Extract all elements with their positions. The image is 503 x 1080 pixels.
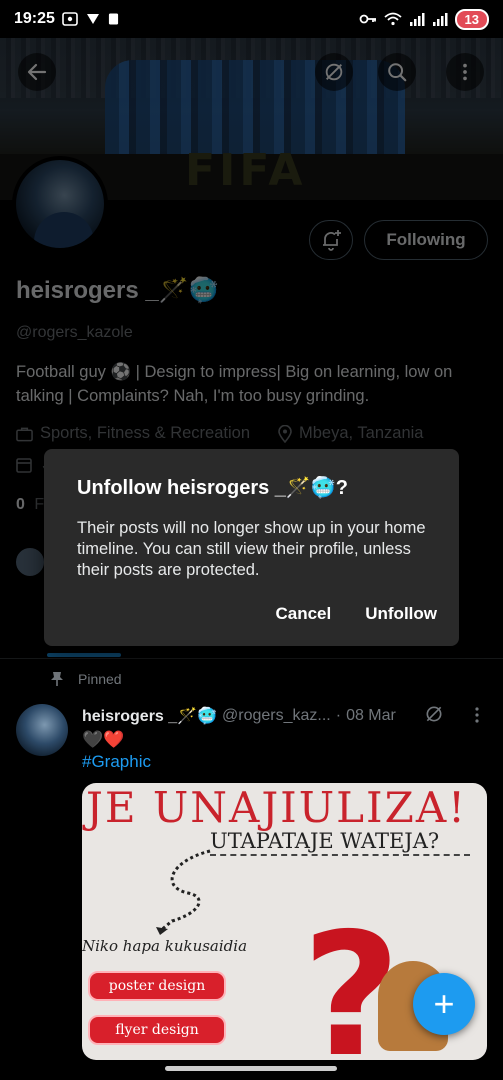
status-time: 19:25	[14, 10, 55, 27]
notifications-button[interactable]	[309, 220, 353, 260]
home-indicator[interactable]	[165, 1066, 337, 1071]
tweet-date: 08 Mar	[346, 707, 396, 724]
screen-record-icon	[62, 12, 78, 26]
compose-fab-button[interactable]: +	[413, 973, 475, 1035]
profile-display-name: heisrogers _🪄🥶	[16, 277, 219, 304]
dialog-title: Unfollow heisrogers _🪄🥶?	[77, 477, 348, 499]
bell-plus-icon	[323, 230, 341, 251]
profile-location: Mbeya, Tanzania	[299, 424, 424, 442]
tweet-grok-button[interactable]	[424, 704, 444, 729]
unfollow-button[interactable]: Unfollow	[365, 604, 437, 624]
count-value: 0	[16, 496, 25, 513]
followed-by-avatar	[14, 546, 46, 578]
profile-bio: Football guy ⚽ | Design to impress| Big …	[16, 363, 453, 405]
unfollow-dialog: Unfollow heisrogers _🪄🥶? Their posts wil…	[44, 449, 459, 646]
profile-meta-row: Sports, Fitness & Recreation Mbeya, Tanz…	[16, 424, 423, 443]
nfc-icon	[86, 14, 99, 24]
status-right: 13	[359, 8, 489, 30]
key-icon	[359, 14, 376, 24]
pinned-label: Pinned	[78, 671, 122, 687]
status-left: 19:25	[14, 10, 119, 28]
curly-arrow-icon	[156, 849, 211, 935]
signal-icon-2	[432, 13, 448, 26]
more-vertical-icon	[463, 63, 467, 81]
banner-fifa-text: FIFA	[185, 145, 307, 196]
media-poster-label: poster design	[88, 971, 226, 1001]
arrow-left-icon	[27, 63, 47, 81]
tweet-separator: ·	[335, 707, 342, 724]
sim-icon	[108, 13, 119, 25]
grok-icon	[325, 63, 343, 81]
dialog-actions: Cancel Unfollow	[275, 604, 437, 624]
media-subtitle-text: UTAPATAJE WATEJA?	[210, 829, 440, 853]
profile-avatar[interactable]	[12, 156, 108, 252]
pinned-label-row: Pinned	[50, 671, 122, 687]
tweet-header: heisrogers _🪄🥶 @rogers_kaz... · 08 Mar	[82, 706, 396, 726]
tabs-divider	[0, 658, 503, 659]
tweet-hashtag-link[interactable]: #Graphic	[82, 752, 151, 772]
calendar-icon	[16, 457, 32, 473]
media-flyer-label: flyer design	[88, 1015, 226, 1045]
avatar-figure	[34, 212, 94, 248]
tweet-avatar[interactable]	[16, 704, 68, 756]
tweet-author-name[interactable]: heisrogers _🪄🥶	[82, 706, 217, 726]
battery-indicator: 13	[454, 8, 489, 30]
cancel-button[interactable]: Cancel	[275, 604, 331, 624]
search-icon	[388, 63, 407, 82]
following-button[interactable]: Following	[364, 220, 488, 260]
grok-button[interactable]	[315, 53, 353, 91]
dialog-message: Their posts will no longer show up in yo…	[77, 519, 426, 579]
wifi-icon	[383, 12, 402, 26]
count-label: F	[34, 496, 45, 513]
pin-icon	[51, 672, 63, 686]
briefcase-icon	[16, 427, 33, 441]
active-tab-indicator	[47, 653, 121, 657]
profile-counts: 0 F	[16, 496, 44, 514]
tweet-emoji-text: 🖤❤️	[82, 730, 125, 749]
search-button[interactable]	[378, 53, 416, 91]
media-underline	[210, 854, 470, 856]
back-button[interactable]	[18, 53, 56, 91]
more-vertical-icon	[475, 707, 479, 723]
profile-handle: @rogers_kazole	[16, 324, 133, 341]
location-pin-icon	[278, 424, 292, 443]
grok-icon	[426, 706, 442, 722]
tweet-author-handle: @rogers_kaz...	[222, 707, 331, 724]
signal-icon	[409, 13, 425, 26]
more-options-button[interactable]	[446, 53, 484, 91]
profile-category: Sports, Fitness & Recreation	[40, 424, 251, 442]
tweet-more-button[interactable]	[470, 706, 484, 729]
media-niko-text: Niko hapa kukusaidia	[82, 937, 248, 955]
status-bar: 19:25 13	[0, 0, 503, 38]
media-title-text: JE UNAJIULIZA!	[86, 783, 468, 832]
